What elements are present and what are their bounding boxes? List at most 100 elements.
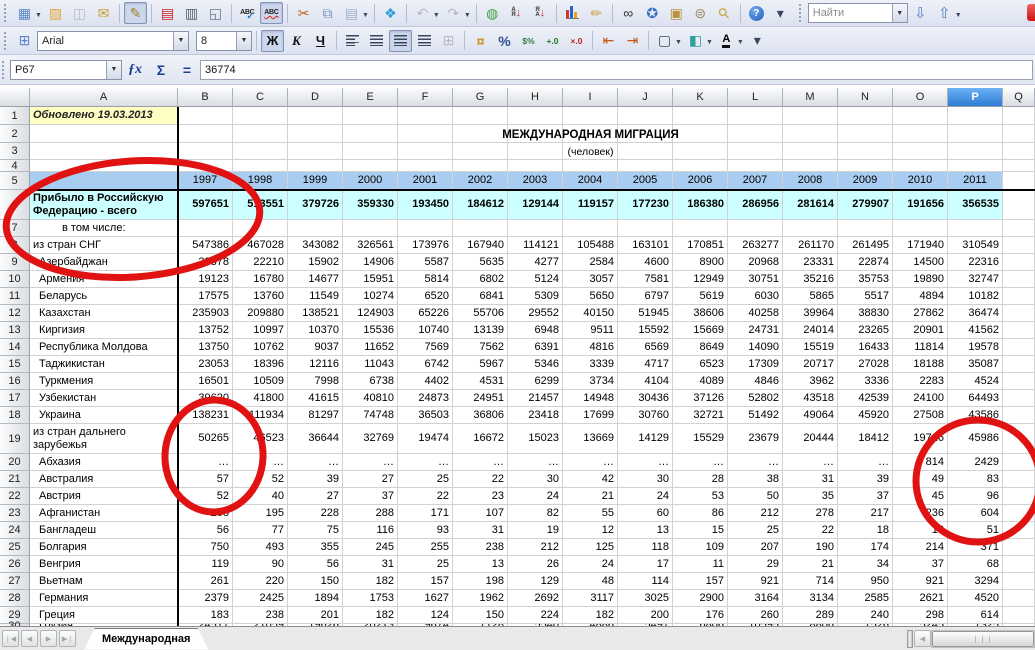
cell-K14[interactable]: 8649 (673, 339, 728, 356)
cell-Q8[interactable] (1003, 237, 1035, 254)
cell-N25[interactable]: 174 (838, 539, 893, 556)
cell-O20[interactable]: 814 (893, 454, 948, 471)
cell-E14[interactable]: 11652 (343, 339, 398, 356)
cell-H22[interactable]: 24 (508, 488, 563, 505)
cell-H3[interactable] (508, 143, 563, 160)
cell-J23[interactable]: 60 (618, 505, 673, 522)
cell-A7[interactable]: в том числе: (30, 220, 178, 237)
cell-Q6[interactable] (1003, 190, 1035, 220)
cell-C26[interactable]: 90 (233, 556, 288, 573)
cell-Q7[interactable] (1003, 220, 1035, 237)
cell-B24[interactable]: 56 (178, 522, 233, 539)
open-file-icon[interactable]: ▨ (44, 2, 67, 24)
cell-P11[interactable]: 10182 (948, 288, 1003, 305)
cell-A1[interactable]: Обновлено 19.03.2013 (30, 107, 178, 125)
cell-P17[interactable]: 64493 (948, 390, 1003, 407)
row-header-7[interactable]: 7 (0, 220, 30, 237)
cell-Q22[interactable] (1003, 488, 1035, 505)
cell-F18[interactable]: 36503 (398, 407, 453, 424)
cell-I21[interactable]: 42 (563, 471, 618, 488)
align-justify-icon[interactable] (413, 30, 436, 52)
cell-Q19[interactable] (1003, 424, 1035, 454)
cell-E15[interactable]: 11043 (343, 356, 398, 373)
currency-format-icon[interactable]: ¤ (469, 30, 492, 52)
cell-O1[interactable] (893, 107, 948, 125)
cell-D25[interactable]: 355 (288, 539, 343, 556)
cell-I24[interactable]: 12 (563, 522, 618, 539)
cell-D11[interactable]: 11549 (288, 288, 343, 305)
cell-D3[interactable] (288, 143, 343, 160)
cell-J4[interactable] (618, 160, 673, 172)
cell-F21[interactable]: 25 (398, 471, 453, 488)
add-decimal-icon[interactable]: +.0 (541, 30, 564, 52)
cell-Q16[interactable] (1003, 373, 1035, 390)
cell-L8[interactable]: 263277 (728, 237, 783, 254)
row-header-27[interactable]: 27 (0, 573, 30, 590)
cell-A21[interactable]: Австралия (30, 471, 178, 488)
cell-Q12[interactable] (1003, 305, 1035, 322)
cell-A9[interactable]: Азербайджан (30, 254, 178, 271)
cell-F13[interactable]: 10740 (398, 322, 453, 339)
cell-H20[interactable]: … (508, 454, 563, 471)
cell-J18[interactable]: 30760 (618, 407, 673, 424)
increase-indent-icon[interactable]: ⇥ (621, 30, 644, 52)
cell-B29[interactable]: 183 (178, 607, 233, 624)
cell-B4[interactable] (178, 160, 233, 172)
cell-I1[interactable] (563, 107, 618, 125)
cell-H1[interactable] (508, 107, 563, 125)
cell-L20[interactable]: … (728, 454, 783, 471)
sheet-tab[interactable]: Международная (84, 628, 208, 650)
paste-dropdown-icon[interactable]: ▼ (362, 12, 369, 19)
gallery-icon[interactable]: ▣ (665, 2, 688, 24)
cell-L15[interactable]: 17309 (728, 356, 783, 373)
cell-L22[interactable]: 50 (728, 488, 783, 505)
cell-M2[interactable] (783, 125, 838, 143)
find-dropdown-button[interactable]: ▼ (892, 4, 907, 22)
cell-M28[interactable]: 3134 (783, 590, 838, 607)
equals-icon[interactable]: = (174, 62, 200, 78)
cell-B8[interactable]: 547386 (178, 237, 233, 254)
cell-M3[interactable] (783, 143, 838, 160)
cell-K12[interactable]: 38606 (673, 305, 728, 322)
cell-A5[interactable] (30, 172, 178, 190)
cell-P16[interactable]: 4524 (948, 373, 1003, 390)
cell-G7[interactable] (453, 220, 508, 237)
cell-K11[interactable]: 5619 (673, 288, 728, 305)
cell-C23[interactable]: 195 (233, 505, 288, 522)
cell-K22[interactable]: 53 (673, 488, 728, 505)
cell-B15[interactable]: 23053 (178, 356, 233, 373)
cell-J16[interactable]: 4104 (618, 373, 673, 390)
cell-L28[interactable]: 3164 (728, 590, 783, 607)
cell-H19[interactable]: 15023 (508, 424, 563, 454)
cell-G19[interactable]: 16672 (453, 424, 508, 454)
row-header-5[interactable]: 5 (0, 172, 30, 190)
cell-K3[interactable] (673, 143, 728, 160)
cell-G6[interactable]: 184612 (453, 190, 508, 220)
cell-Q23[interactable] (1003, 505, 1035, 522)
cell-H6[interactable]: 129144 (508, 190, 563, 220)
cell-I10[interactable]: 3057 (563, 271, 618, 288)
cell-B13[interactable]: 13752 (178, 322, 233, 339)
cell-O22[interactable]: 45 (893, 488, 948, 505)
row-header-10[interactable]: 10 (0, 271, 30, 288)
cell-M1[interactable] (783, 107, 838, 125)
cell-M8[interactable]: 261170 (783, 237, 838, 254)
cell-L13[interactable]: 24731 (728, 322, 783, 339)
horizontal-scrollbar-thumb[interactable]: ❘❘❘ (932, 631, 1034, 647)
cell-M24[interactable]: 22 (783, 522, 838, 539)
sort-descending-icon[interactable]: ЯА↓ (529, 2, 552, 24)
cell-I26[interactable]: 24 (563, 556, 618, 573)
cell-P28[interactable]: 4520 (948, 590, 1003, 607)
name-box-dropdown[interactable]: ▼ (106, 61, 121, 79)
cell-A20[interactable]: Абхазия (30, 454, 178, 471)
cell-O27[interactable]: 921 (893, 573, 948, 590)
cell-H8[interactable]: 114121 (508, 237, 563, 254)
cell-Q24[interactable] (1003, 522, 1035, 539)
column-header-O[interactable]: O (893, 88, 948, 107)
cell-F11[interactable]: 6520 (398, 288, 453, 305)
cell-F27[interactable]: 157 (398, 573, 453, 590)
data-sources-icon[interactable]: ⊜ (689, 2, 712, 24)
first-sheet-icon[interactable]: ❘◀ (2, 630, 19, 647)
cell-A3[interactable] (30, 143, 178, 160)
row-header-4[interactable]: 4 (0, 160, 30, 172)
